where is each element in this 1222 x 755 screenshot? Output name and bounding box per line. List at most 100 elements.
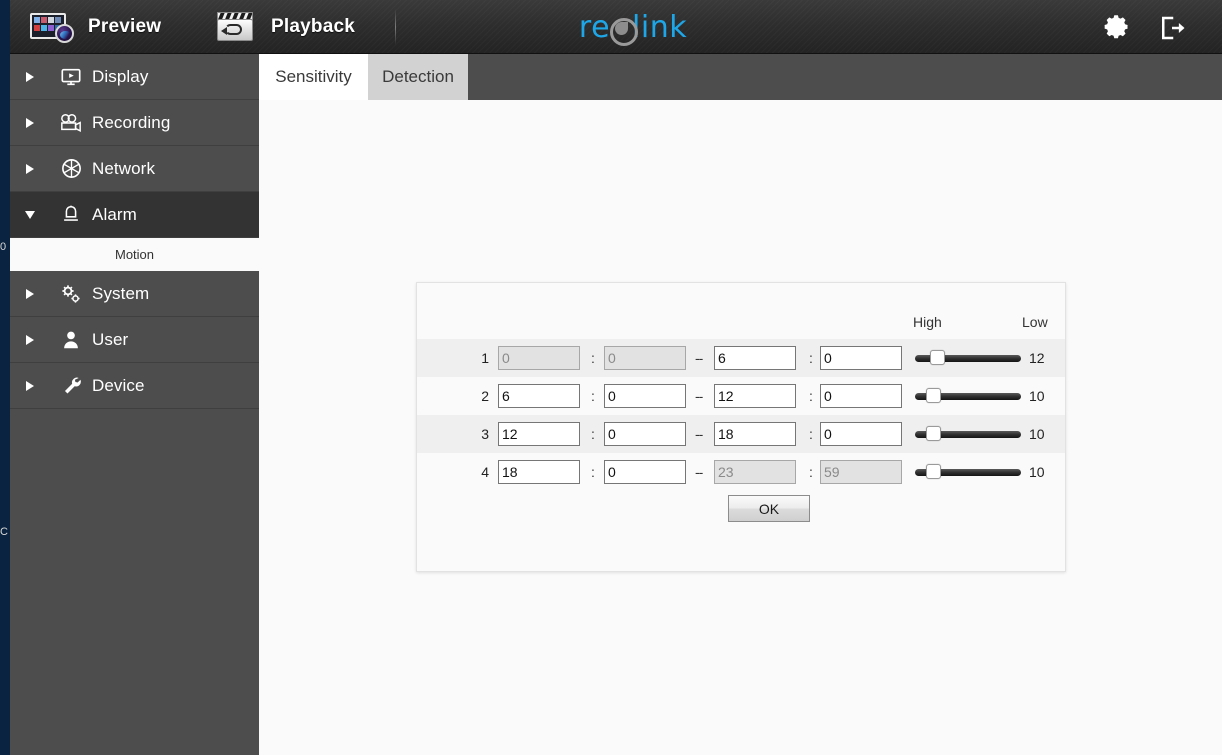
settings-button[interactable]: [1102, 13, 1132, 43]
camcorder-icon: [50, 112, 92, 134]
row3-start-minute-input[interactable]: [604, 422, 686, 446]
row2-sensitivity-value: 10: [1029, 388, 1045, 404]
panel-header: High Low: [417, 283, 1065, 339]
logo-text-before: re: [578, 9, 611, 45]
logout-icon: [1162, 16, 1185, 40]
row1-start-hour-input[interactable]: [498, 346, 580, 370]
colon-separator: :: [809, 426, 813, 442]
sensitivity-settings-panel: High Low 1 : -- : 12 2 : --: [416, 282, 1066, 572]
sidebar-item-system-label: System: [92, 283, 150, 303]
row3-end-minute-input[interactable]: [820, 422, 902, 446]
colon-separator: :: [591, 426, 595, 442]
row2-sensitivity-slider[interactable]: [915, 388, 1021, 403]
sidebar-item-device-label: Device: [92, 375, 145, 395]
tab-sensitivity-label: Sensitivity: [275, 67, 352, 86]
row2-end-hour-input[interactable]: [714, 384, 796, 408]
row4-start-hour-input[interactable]: [498, 460, 580, 484]
colon-separator: :: [809, 464, 813, 480]
row1-sensitivity-slider[interactable]: [915, 350, 1021, 365]
colon-separator: :: [591, 388, 595, 404]
tab-sensitivity[interactable]: Sensitivity: [259, 54, 368, 100]
row4-sensitivity-value: 10: [1029, 464, 1045, 480]
high-label: High: [913, 314, 942, 330]
sidebar-item-alarm-label: Alarm: [92, 204, 137, 224]
sidebar: Display Recording Network Alarm Motion S…: [10, 54, 259, 755]
sidebar-item-system[interactable]: System: [10, 271, 259, 317]
low-label: Low: [1022, 314, 1048, 330]
background-window-strip: 0C: [0, 0, 10, 755]
content-area: Sensitivity Detection High Low 1 : -- : …: [259, 54, 1222, 755]
row-number: 3: [481, 426, 489, 442]
row3-start-hour-input[interactable]: [498, 422, 580, 446]
sidebar-subitem-motion[interactable]: Motion: [10, 238, 259, 271]
sidebar-item-display-label: Display: [92, 66, 149, 86]
globe-icon: [50, 157, 92, 180]
reolink-logo: re link: [568, 8, 698, 46]
background-glyph: 0: [0, 241, 7, 253]
range-dash: --: [695, 426, 703, 442]
panel-footer: OK: [417, 491, 1065, 535]
chevron-right-icon: [10, 334, 50, 345]
colon-separator: :: [591, 464, 595, 480]
slider-knob[interactable]: [930, 350, 946, 365]
row4-start-minute-input[interactable]: [604, 460, 686, 484]
nav-item-playback[interactable]: Playback: [215, 0, 355, 54]
sidebar-item-device[interactable]: Device: [10, 363, 259, 409]
nav-divider: [395, 9, 396, 45]
row1-end-minute-input[interactable]: [820, 346, 902, 370]
sidebar-item-recording[interactable]: Recording: [10, 100, 259, 146]
colon-separator: :: [591, 350, 595, 366]
slider-knob[interactable]: [926, 464, 942, 479]
playback-clapperboard-icon: [215, 11, 257, 43]
range-dash: --: [695, 388, 703, 404]
row2-start-minute-input[interactable]: [604, 384, 686, 408]
ok-button[interactable]: OK: [728, 495, 810, 522]
sidebar-subitem-motion-label: Motion: [114, 247, 155, 262]
row4-end-hour-input[interactable]: [714, 460, 796, 484]
wrench-icon: [50, 374, 92, 397]
row3-sensitivity-slider[interactable]: [915, 426, 1021, 441]
tab-strip: Sensitivity Detection: [259, 54, 1222, 100]
sidebar-item-alarm[interactable]: Alarm: [10, 192, 259, 238]
chevron-right-icon: [10, 71, 50, 82]
preview-monitor-icon: [30, 11, 74, 43]
logo-text-after: link: [632, 9, 688, 45]
sidebar-item-user[interactable]: User: [10, 317, 259, 363]
gears-icon: [50, 282, 92, 306]
colon-separator: :: [809, 350, 813, 366]
row-number: 4: [481, 464, 489, 480]
schedule-row: 4 : -- : 10: [417, 453, 1065, 491]
chevron-right-icon: [10, 380, 50, 391]
row-number: 2: [481, 388, 489, 404]
row2-end-minute-input[interactable]: [820, 384, 902, 408]
nav-item-preview[interactable]: Preview: [30, 0, 161, 54]
slider-knob[interactable]: [926, 426, 942, 441]
gear-icon: [1104, 15, 1128, 39]
chevron-right-icon: [10, 288, 50, 299]
schedule-row: 1 : -- : 12: [417, 339, 1065, 377]
sidebar-item-network[interactable]: Network: [10, 146, 259, 192]
row1-end-hour-input[interactable]: [714, 346, 796, 370]
row2-start-hour-input[interactable]: [498, 384, 580, 408]
schedule-row: 2 : -- : 10: [417, 377, 1065, 415]
row1-start-minute-input[interactable]: [604, 346, 686, 370]
tab-detection[interactable]: Detection: [368, 54, 468, 100]
logout-button[interactable]: [1157, 13, 1187, 43]
chevron-right-icon: [10, 163, 50, 174]
sidebar-item-display[interactable]: Display: [10, 54, 259, 100]
logo-lens-icon: [610, 17, 639, 46]
monitor-icon: [50, 66, 92, 88]
background-glyph: C: [0, 526, 8, 538]
row4-end-minute-input[interactable]: [820, 460, 902, 484]
row3-end-hour-input[interactable]: [714, 422, 796, 446]
sidebar-item-user-label: User: [92, 329, 129, 349]
row4-sensitivity-slider[interactable]: [915, 464, 1021, 479]
sidebar-item-recording-label: Recording: [92, 112, 171, 132]
row-number: 1: [481, 350, 489, 366]
tab-detection-label: Detection: [382, 67, 454, 86]
slider-knob[interactable]: [926, 388, 942, 403]
sidebar-item-network-label: Network: [92, 158, 156, 178]
colon-separator: :: [809, 388, 813, 404]
chevron-down-icon: [10, 210, 50, 219]
row1-sensitivity-value: 12: [1029, 350, 1045, 366]
